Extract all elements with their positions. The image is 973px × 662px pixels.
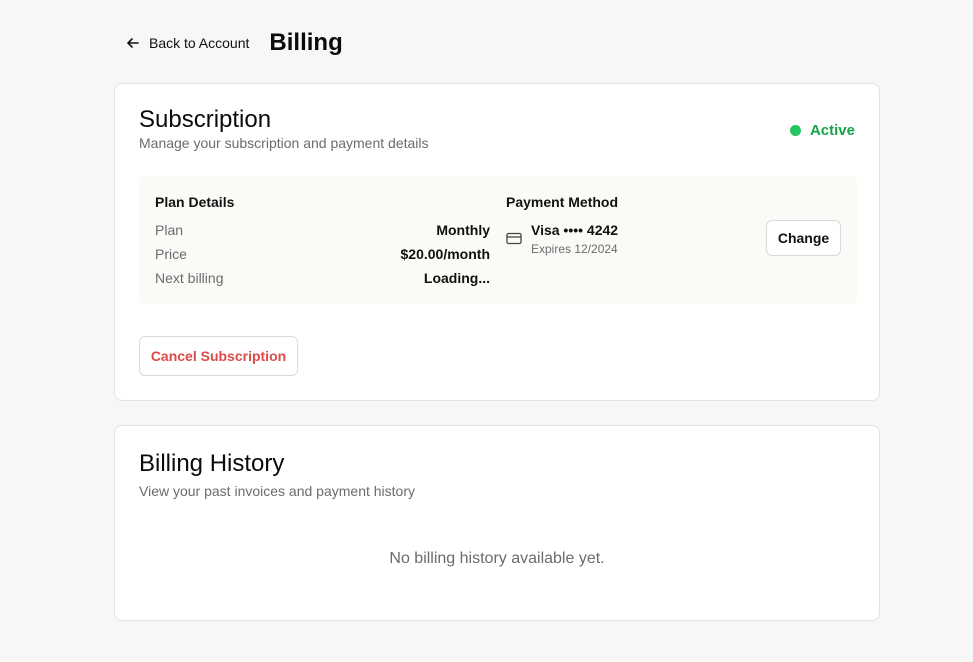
status-badge: Active <box>789 122 855 139</box>
credit-card-icon <box>506 232 522 245</box>
change-payment-button[interactable]: Change <box>766 220 841 256</box>
cancel-subscription-button[interactable]: Cancel Subscription <box>139 336 298 376</box>
plan-details-title: Plan Details <box>155 194 235 210</box>
page-title: Billing <box>269 29 343 56</box>
plan-row: Plan Monthly <box>155 222 490 238</box>
billing-history-description: View your past invoices and payment hist… <box>139 483 415 499</box>
card-expiry: Expires 12/2024 <box>531 242 618 256</box>
back-to-account-link[interactable]: Back to Account <box>126 35 249 51</box>
subscription-title: Subscription <box>139 106 272 133</box>
status-label: Active <box>809 122 855 139</box>
subscription-card: Subscription Manage your subscription an… <box>114 83 880 401</box>
plan-label: Plan <box>155 222 184 238</box>
plan-value: Monthly <box>436 222 490 238</box>
page-header: Back to Account Billing <box>126 28 343 58</box>
next-billing-label: Next billing <box>155 270 224 286</box>
price-row: Price $20.00/month <box>155 246 490 262</box>
payment-method-title: Payment Method <box>506 194 619 210</box>
subscription-details-panel: Plan Details Plan Monthly Price $20.00/m… <box>139 176 857 304</box>
next-billing-value: Loading... <box>423 270 490 286</box>
subscription-description: Manage your subscription and payment det… <box>139 135 429 151</box>
billing-history-title: Billing History <box>139 450 285 477</box>
status-dot <box>789 125 801 136</box>
price-label: Price <box>155 246 187 262</box>
arrow-left-icon <box>127 38 139 48</box>
payment-method-info: Visa •••• 4242 Expires 12/2024 <box>506 222 618 256</box>
billing-history-card: Billing History View your past invoices … <box>114 425 880 621</box>
back-link-label: Back to Account <box>149 35 250 51</box>
price-value: $20.00/month <box>400 246 490 262</box>
next-billing-row: Next billing Loading... <box>155 270 490 286</box>
empty-state-message: No billing history available yet. <box>389 550 605 567</box>
card-number: Visa •••• 4242 <box>531 222 619 238</box>
